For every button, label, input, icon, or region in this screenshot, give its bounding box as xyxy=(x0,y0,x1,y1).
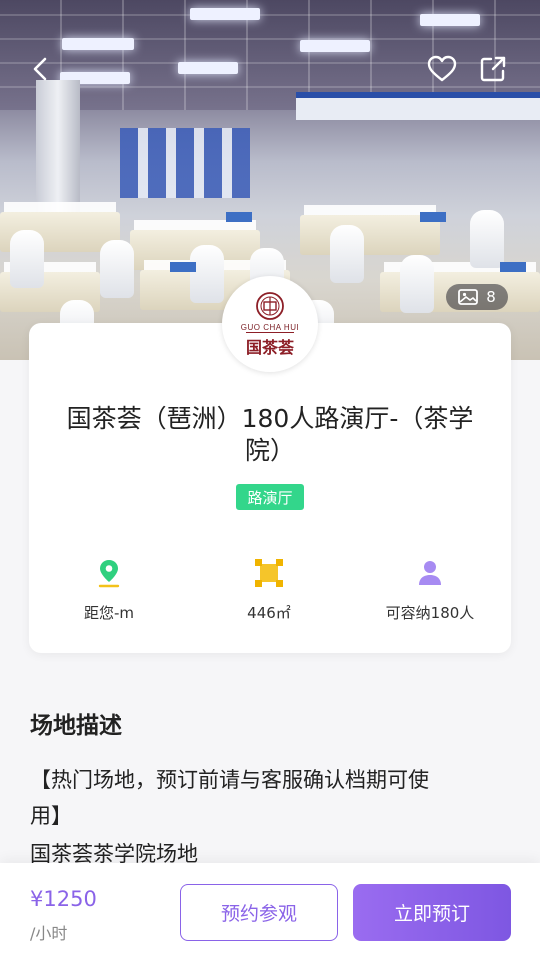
venue-logo-roman: GUO CHA HUI xyxy=(240,322,300,332)
description-heading: 场地描述 xyxy=(30,713,122,739)
heart-outline-icon xyxy=(427,55,457,82)
photo-stage xyxy=(120,128,250,198)
share-button[interactable] xyxy=(476,52,510,86)
photo-light xyxy=(178,62,238,74)
photo-banner xyxy=(296,92,540,120)
venue-logo-chinese: 国茶荟 xyxy=(245,331,294,358)
photo-chair xyxy=(190,245,224,303)
book-now-button[interactable]: 立即预订 xyxy=(353,884,511,941)
book-visit-button[interactable]: 预约参观 xyxy=(180,884,338,941)
photo-chair xyxy=(100,240,134,298)
favorite-button[interactable] xyxy=(425,52,459,86)
photo-light xyxy=(420,14,480,26)
photo-box xyxy=(420,212,446,222)
photo-count-badge[interactable]: 8 xyxy=(446,284,508,310)
location-pin-icon xyxy=(98,560,120,588)
stat-capacity-label: 可容纳180人 xyxy=(385,604,475,622)
stat-area: 446㎡ xyxy=(189,556,349,623)
person-icon xyxy=(419,561,441,585)
description-line: 用】 xyxy=(30,804,72,828)
venue-logo-emblem xyxy=(256,291,284,320)
stat-distance: 距您-m xyxy=(29,556,189,623)
area-icon xyxy=(255,559,283,587)
photo-chair xyxy=(10,230,44,288)
chevron-left-icon xyxy=(33,57,47,81)
photo-count-text: 8 xyxy=(486,288,496,306)
back-button[interactable] xyxy=(24,52,58,86)
price-unit: /小时 xyxy=(30,924,68,943)
photo-table xyxy=(300,215,440,255)
price-value: ¥1250 xyxy=(30,887,97,911)
image-gallery-icon xyxy=(458,289,479,305)
photo-light xyxy=(190,8,260,20)
share-external-icon xyxy=(480,56,506,82)
photo-light xyxy=(62,38,134,50)
stat-capacity: 可容纳180人 xyxy=(350,556,510,623)
photo-chair xyxy=(330,225,364,283)
photo-box xyxy=(500,262,526,272)
stat-distance-label: 距您-m xyxy=(83,604,135,622)
photo-pillar xyxy=(36,80,80,230)
photo-light xyxy=(300,40,370,52)
photo-box xyxy=(170,262,196,272)
venue-title: 国茶荟（琶洲）180人路演厅-（茶学院） xyxy=(66,404,474,465)
photo-chair xyxy=(400,255,434,313)
stat-area-label: 446㎡ xyxy=(247,604,291,622)
venue-type-tag: 路演厅 xyxy=(236,484,304,510)
photo-chair xyxy=(470,210,504,268)
photo-box xyxy=(226,212,252,222)
description-line: 【热门场地，预订前请与客服确认档期可使 xyxy=(30,768,429,792)
venue-logo: GUO CHA HUI 国茶荟 xyxy=(222,276,318,372)
